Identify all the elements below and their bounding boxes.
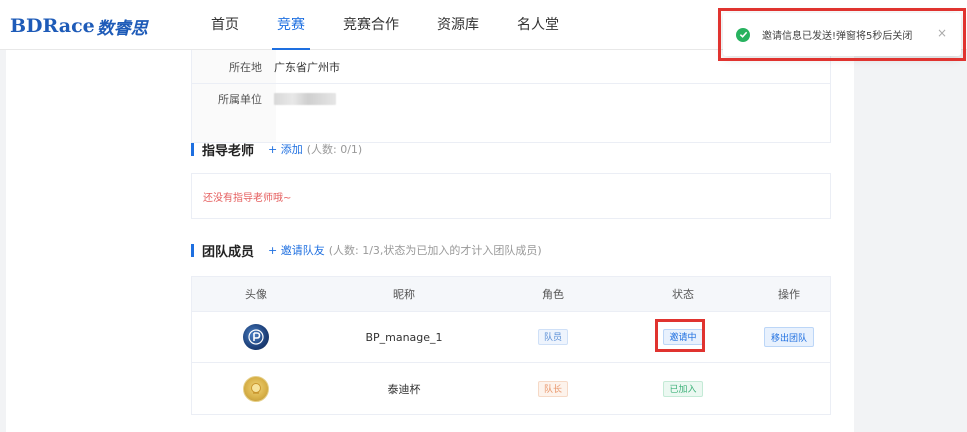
location-label: 所在地 xyxy=(229,60,262,74)
logo-text-cn: 数睿思 xyxy=(96,18,148,39)
members-table: 头像 昵称 角色 状态 操作 BP_manage_1 队员 邀请中 移出团队 泰… xyxy=(191,276,831,415)
column-header-nickname: 昵称 xyxy=(393,288,415,301)
members-title: 团队成员 xyxy=(202,244,255,260)
advisors-empty-text: 还没有指导老师哦~ xyxy=(203,192,292,204)
advisors-empty-box: 还没有指导老师哦~ xyxy=(191,173,831,219)
toast-highlight-box xyxy=(718,8,966,61)
table-row: 泰迪杯 队长 已加入 xyxy=(192,363,830,414)
role-cell: 队员 xyxy=(488,312,618,362)
main-nav: 首页 竞赛 竞赛合作 资源库 名人堂 xyxy=(192,0,578,50)
section-marker xyxy=(191,142,194,156)
unit-label: 所属单位 xyxy=(218,93,262,106)
avatar-cell xyxy=(192,312,320,362)
nav-item-hall-of-fame[interactable]: 名人堂 xyxy=(498,0,578,50)
nav-item-cooperation[interactable]: 竞赛合作 xyxy=(324,0,418,50)
unit-value-redacted xyxy=(274,93,336,105)
nav-item-home[interactable]: 首页 xyxy=(192,0,258,50)
role-badge: 队员 xyxy=(537,329,568,345)
status-badge: 已加入 xyxy=(663,380,703,397)
advisors-section-header: 指导老师 + 添加 (人数: 0/1) xyxy=(191,140,363,159)
avatar-cell xyxy=(192,363,320,414)
nickname-cell: 泰迪杯 xyxy=(387,382,421,396)
remove-from-team-button[interactable]: 移出团队 xyxy=(763,327,814,347)
action-cell xyxy=(748,363,830,414)
nav-item-competition[interactable]: 竞赛 xyxy=(258,0,324,50)
info-row-unit: 所属单位 xyxy=(192,84,830,114)
role-cell: 队长 xyxy=(488,363,618,414)
advisors-title: 指导老师 xyxy=(202,143,255,159)
team-info-box: 所在地 广东省广州市 所属单位 xyxy=(191,50,831,143)
members-section-header: 团队成员 + 邀请队友 (人数: 1/3,状态为已加入的才计入团队成员) xyxy=(191,241,542,260)
nav-item-resources[interactable]: 资源库 xyxy=(418,0,498,50)
table-header: 头像 昵称 角色 状态 操作 xyxy=(192,277,830,312)
column-header-status: 状态 xyxy=(672,288,694,301)
invite-teammate-link[interactable]: + 邀请队友 xyxy=(268,242,325,258)
left-sidebar xyxy=(6,50,168,432)
avatar xyxy=(243,324,269,350)
logo[interactable]: BDRace 数睿思 xyxy=(10,13,148,39)
table-row: BP_manage_1 队员 邀请中 移出团队 xyxy=(192,312,830,363)
section-marker xyxy=(191,243,194,257)
advisors-count-hint: (人数: 0/1) xyxy=(306,143,363,156)
avatar xyxy=(243,375,269,402)
nickname-cell: BP_manage_1 xyxy=(365,330,443,344)
medal-icon xyxy=(251,382,261,394)
location-value: 广东省广州市 xyxy=(274,60,340,74)
column-header-role: 角色 xyxy=(542,288,564,301)
column-header-action: 操作 xyxy=(778,288,800,301)
action-cell: 移出团队 xyxy=(748,312,830,362)
status-highlight-box xyxy=(655,319,705,352)
column-header-avatar: 头像 xyxy=(245,288,267,301)
members-count-hint: (人数: 1/3,状态为已加入的才计入团队成员) xyxy=(328,244,542,257)
logo-text-en: BDRace xyxy=(10,15,95,37)
role-badge: 队长 xyxy=(537,380,568,397)
p-logo-icon xyxy=(248,329,264,345)
add-advisor-link[interactable]: + 添加 xyxy=(268,141,303,157)
status-cell: 已加入 xyxy=(618,363,748,414)
